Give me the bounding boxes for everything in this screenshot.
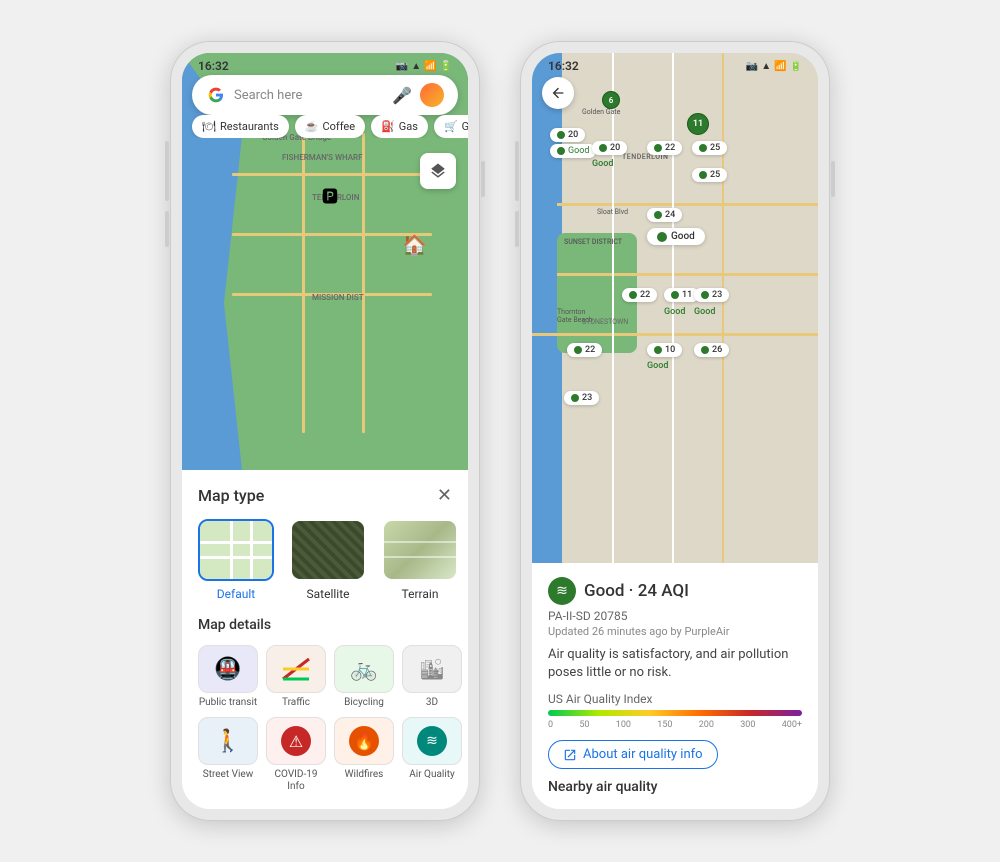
filter-gas[interactable]: ⛽ Gas	[371, 115, 428, 138]
aq-main-status: ≋ Good · 24 AQI	[548, 577, 802, 605]
volume-down-button[interactable]	[165, 211, 169, 247]
map-type-terrain-label: Terrain	[402, 587, 439, 601]
right-phone: 16:32 📷 ▲ 📶 🔋 TENDERLOIN	[520, 41, 830, 821]
back-button[interactable]	[542, 77, 574, 109]
filter-restaurants[interactable]: 🍽 Restaurants	[192, 115, 289, 138]
map-type-default-thumb	[198, 519, 274, 581]
layers-button[interactable]	[420, 153, 456, 189]
filter-coffee[interactable]: ☕ Coffee	[295, 115, 365, 138]
map-details-title: Map details	[198, 617, 452, 633]
volume-up-button[interactable]	[165, 141, 169, 201]
bottom-sheet: Map type ✕ Default	[182, 470, 468, 809]
detail-transit[interactable]: 🚇 Public transit	[198, 645, 258, 709]
aq-status-title: Good · 24 AQI	[584, 581, 689, 601]
detail-street-view[interactable]: 🚶 Street View	[198, 717, 258, 793]
map-type-default[interactable]: Default	[198, 519, 274, 601]
mic-icon[interactable]: 🎤	[392, 86, 412, 105]
detail-bicycling[interactable]: 🚲 Bicycling	[334, 645, 394, 709]
aq-panel: ≋ Good · 24 AQI PA-II-SD 20785 Updated 2…	[532, 563, 818, 809]
aq-dot-6: 6	[602, 91, 620, 109]
aq-dot-11-top: 11	[687, 113, 709, 135]
map-type-satellite-thumb	[290, 519, 366, 581]
aq-updated: Updated 26 minutes ago by PurpleAir	[548, 625, 802, 638]
status-bar-right: 16:32 📷 ▲ 📶 🔋	[532, 53, 818, 77]
detail-traffic[interactable]: Traffic	[266, 645, 326, 709]
aq-bar	[548, 710, 802, 716]
detail-air-quality[interactable]: ≋ Air Quality	[402, 717, 462, 793]
aq-badge-24: 24	[647, 208, 682, 222]
aq-map-view[interactable]: 16:32 📷 ▲ 📶 🔋 TENDERLOIN	[532, 53, 818, 563]
map-type-terrain[interactable]: Terrain	[382, 519, 458, 601]
map-type-default-label: Default	[217, 587, 255, 601]
power-button[interactable]	[481, 161, 485, 197]
map-type-title: Map type	[198, 486, 264, 505]
volume-down-button-r[interactable]	[515, 211, 519, 247]
detail-wildfires[interactable]: 🔥 Wildfires	[334, 717, 394, 793]
aq-bar-labels: 0 50 100 150 200 300 400+	[548, 720, 802, 730]
aq-description: Air quality is satisfactory, and air pol…	[548, 646, 802, 682]
aq-station-id: PA-II-SD 20785	[548, 609, 802, 623]
map-details-grid: 🚇 Public transit Traffic	[198, 645, 452, 793]
close-button[interactable]: ✕	[437, 487, 452, 505]
map-type-grid: Default Satellite	[198, 519, 452, 601]
quick-filters: 🍽 Restaurants ☕ Coffee ⛽ Gas 🛒 Grocer	[182, 115, 468, 138]
sheet-header: Map type ✕	[198, 486, 452, 505]
power-button-r[interactable]	[831, 161, 835, 197]
google-logo	[206, 85, 226, 105]
time-left: 16:32	[198, 59, 229, 73]
user-avatar[interactable]	[420, 83, 444, 107]
phone-screen-right: 16:32 📷 ▲ 📶 🔋 TENDERLOIN	[532, 53, 818, 809]
map-type-satellite[interactable]: Satellite	[290, 519, 366, 601]
search-bar[interactable]: Search here 🎤	[192, 75, 458, 115]
aq-info-link[interactable]: About air quality info	[548, 740, 718, 769]
nearby-title: Nearby air quality	[548, 769, 802, 795]
left-phone: 16:32 📷 ▲ 📶 🔋 FISHERMAN'S WHARF TENDERLO…	[170, 41, 480, 821]
aq-info-link-text: About air quality info	[583, 747, 703, 762]
map-type-terrain-thumb	[382, 519, 458, 581]
phone-screen-left: 16:32 📷 ▲ 📶 🔋 FISHERMAN'S WHARF TENDERLO…	[182, 53, 468, 809]
aq-badge-good-1: Good	[550, 144, 596, 158]
aq-good-main: Good	[647, 228, 705, 245]
search-input[interactable]: Search here	[234, 88, 384, 103]
aq-status-icon: ≋	[548, 577, 576, 605]
detail-covid[interactable]: ⚠ COVID-19 Info	[266, 717, 326, 793]
detail-3d[interactable]: 🏙 3D	[402, 645, 462, 709]
search-bar-container: Search here 🎤	[192, 75, 458, 115]
volume-up-button-r[interactable]	[515, 141, 519, 201]
filter-grocer[interactable]: 🛒 Grocer	[434, 115, 468, 138]
aq-badge-20-1: 20	[550, 128, 585, 142]
aq-index-title: US Air Quality Index	[548, 692, 802, 706]
status-icons-left: 📷 ▲ 📶 🔋	[396, 61, 452, 72]
time-right: 16:32	[548, 59, 579, 73]
map-type-satellite-label: Satellite	[307, 587, 350, 601]
map-view-left[interactable]: 16:32 📷 ▲ 📶 🔋 FISHERMAN'S WHARF TENDERLO…	[182, 53, 468, 470]
status-bar-left: 16:32 📷 ▲ 📶 🔋	[182, 53, 468, 77]
